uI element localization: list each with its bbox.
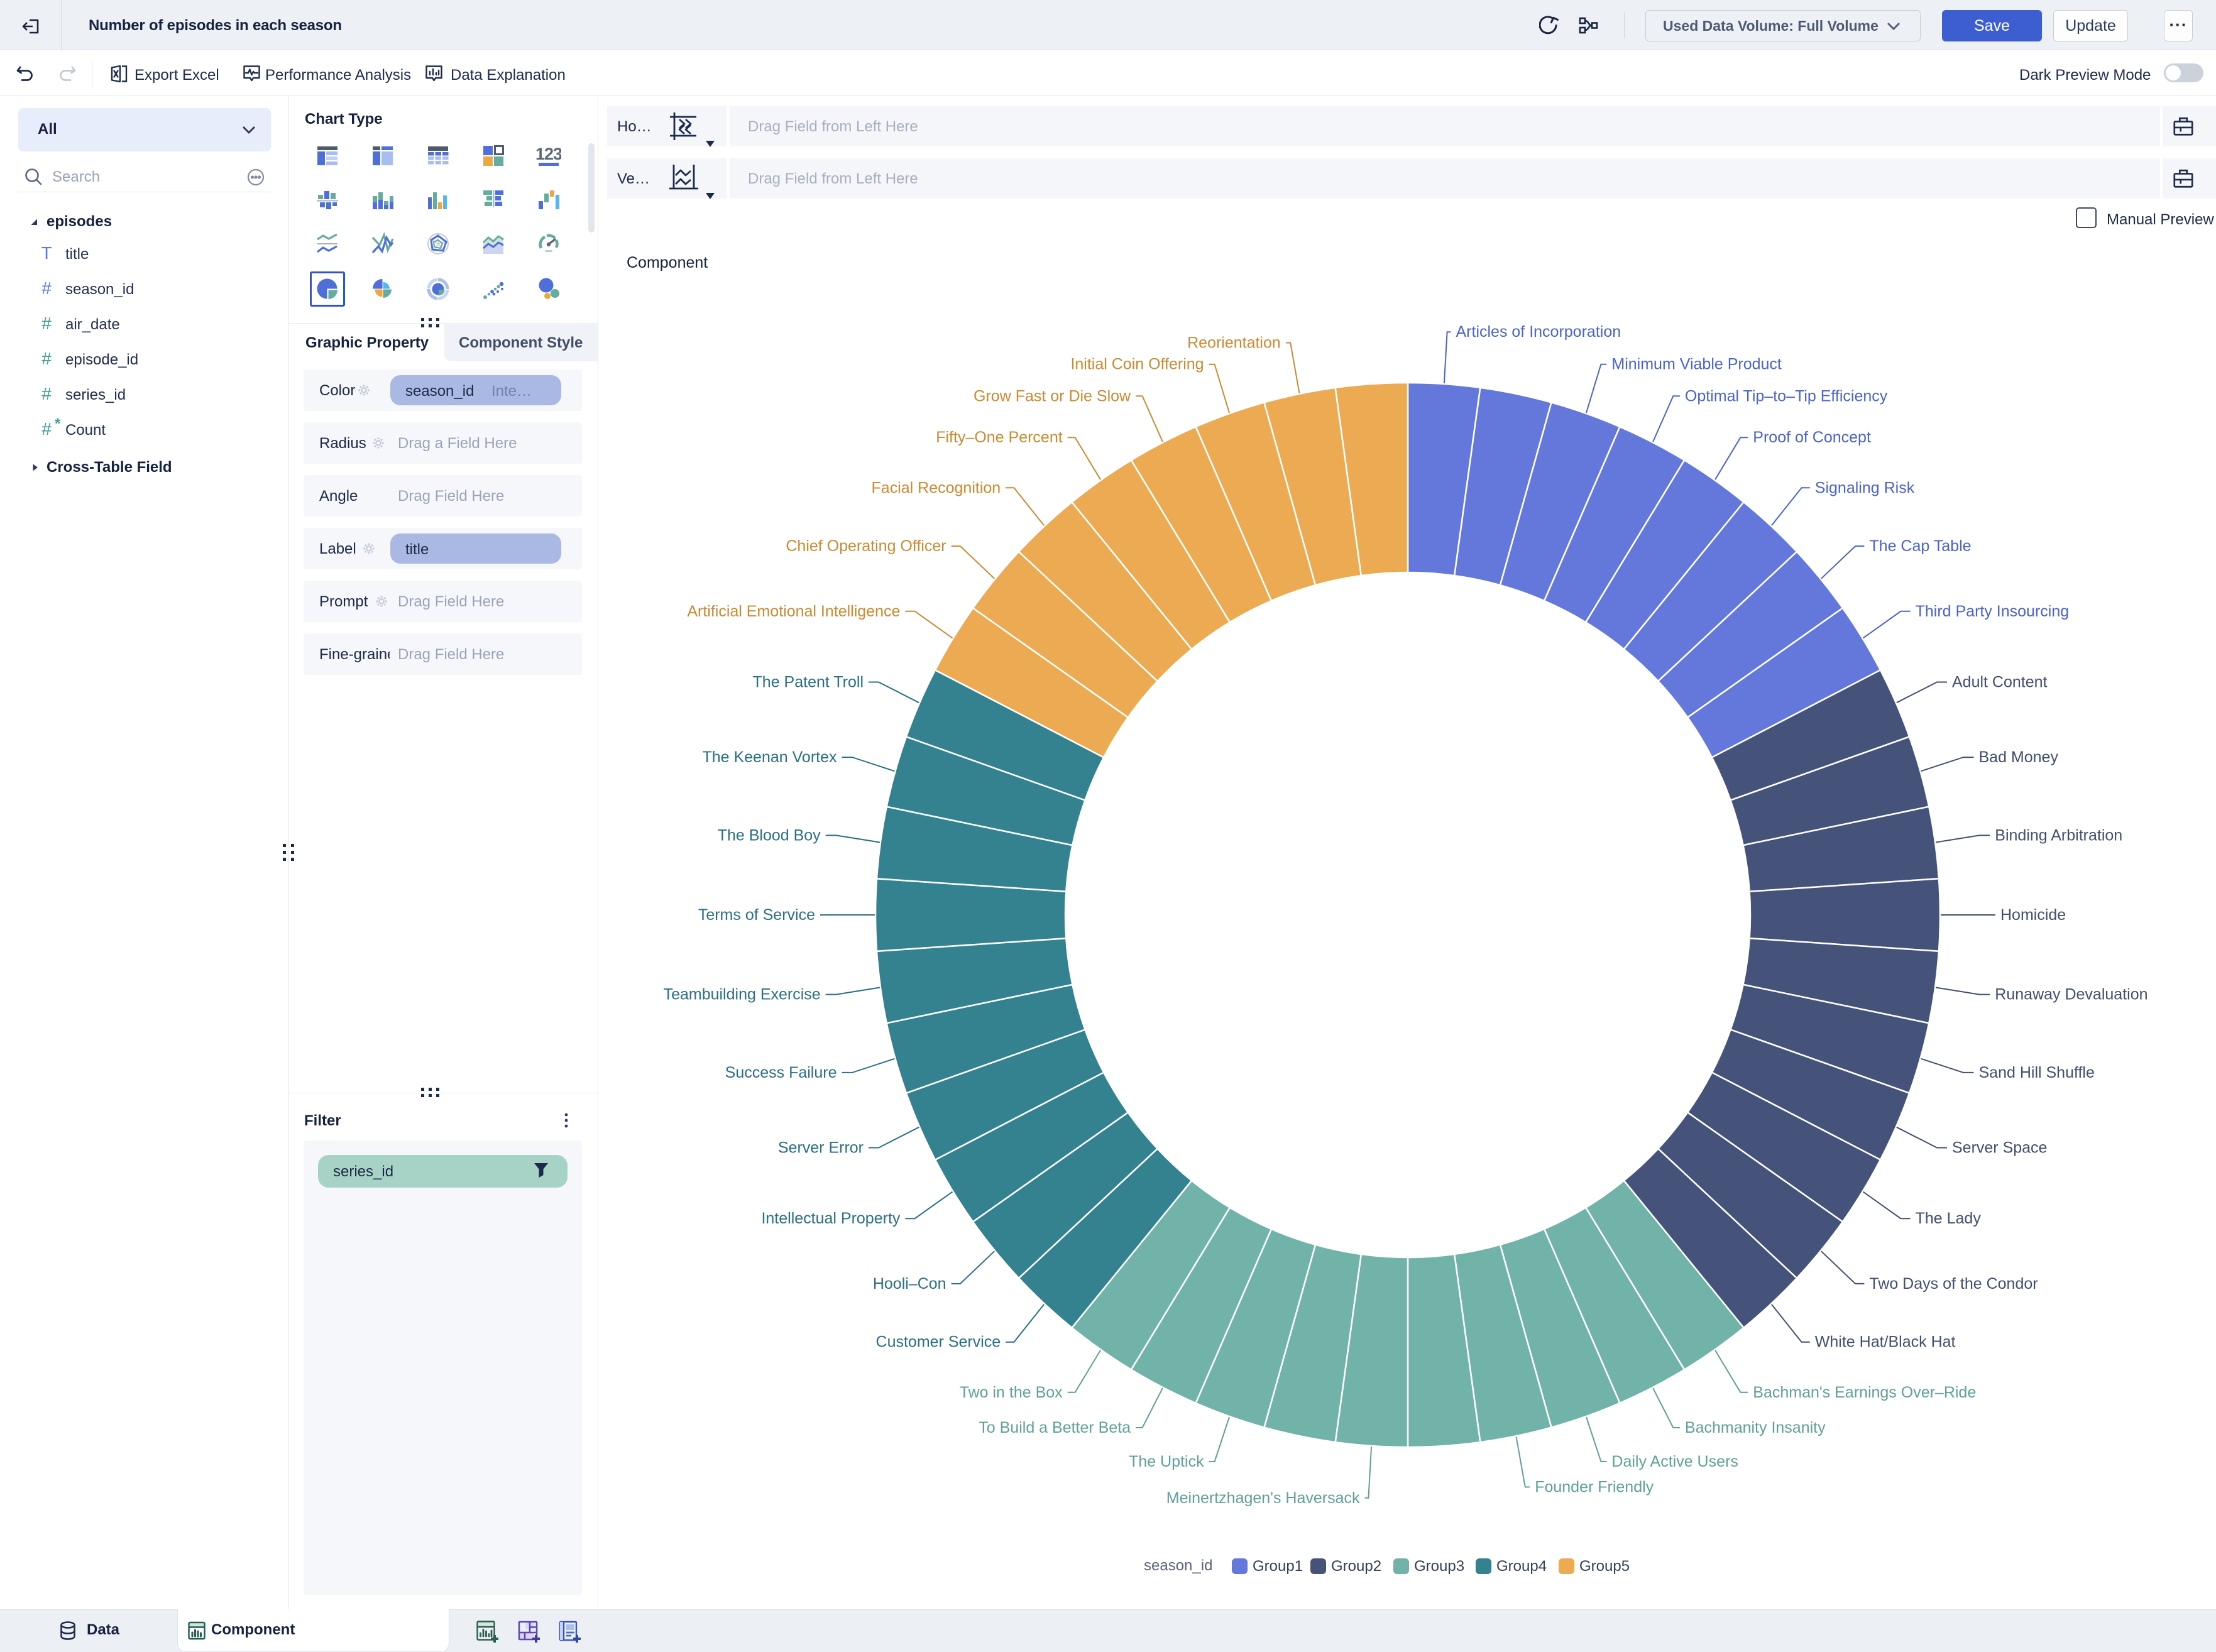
- svg-text:Two Days of the Condor: Two Days of the Condor: [1869, 1275, 2038, 1293]
- svg-text:Articles of Incorporation: Articles of Incorporation: [1456, 323, 1621, 341]
- svg-text:Meinertzhagen's Haversack: Meinertzhagen's Haversack: [1166, 1489, 1360, 1507]
- svg-text:Fifty–One Percent: Fifty–One Percent: [936, 429, 1063, 446]
- svg-text:Hooli–Con: Hooli–Con: [873, 1275, 946, 1293]
- svg-text:White Hat/Black Hat: White Hat/Black Hat: [1815, 1333, 1956, 1351]
- svg-text:The Patent Troll: The Patent Troll: [753, 674, 864, 691]
- svg-text:Initial Coin Offering: Initial Coin Offering: [1070, 356, 1204, 373]
- svg-text:Runaway Devaluation: Runaway Devaluation: [1995, 986, 2147, 1004]
- svg-text:Bachman's Earnings Over–Ride: Bachman's Earnings Over–Ride: [1753, 1384, 1976, 1401]
- svg-text:Reorientation: Reorientation: [1187, 334, 1281, 352]
- svg-text:Minimum Viable Product: Minimum Viable Product: [1611, 356, 1782, 373]
- svg-text:Intellectual Property: Intellectual Property: [761, 1210, 900, 1227]
- svg-text:To Build a Better Beta: To Build a Better Beta: [979, 1419, 1131, 1436]
- svg-text:Facial Recognition: Facial Recognition: [872, 479, 1001, 496]
- svg-text:The Uptick: The Uptick: [1129, 1453, 1204, 1470]
- svg-text:Server Space: Server Space: [1952, 1139, 2047, 1157]
- svg-text:Teambuilding Exercise: Teambuilding Exercise: [664, 986, 821, 1004]
- svg-text:Daily Active Users: Daily Active Users: [1611, 1453, 1738, 1470]
- svg-text:Founder Friendly: Founder Friendly: [1535, 1479, 1654, 1496]
- svg-text:Signaling Risk: Signaling Risk: [1815, 479, 1915, 496]
- svg-text:Adult Content: Adult Content: [1952, 674, 2048, 691]
- svg-text:Server Error: Server Error: [778, 1139, 864, 1157]
- svg-text:Third Party Insourcing: Third Party Insourcing: [1916, 603, 2070, 620]
- svg-text:Grow Fast or Die Slow: Grow Fast or Die Slow: [974, 387, 1131, 405]
- svg-text:Homicide: Homicide: [2000, 906, 2066, 924]
- svg-text:Two in the Box: Two in the Box: [960, 1384, 1063, 1401]
- svg-text:Sand Hill Shuffle: Sand Hill Shuffle: [1979, 1064, 2095, 1081]
- svg-text:Optimal Tip–to–Tip Efficiency: Optimal Tip–to–Tip Efficiency: [1685, 387, 1888, 405]
- svg-text:Chief Operating Officer: Chief Operating Officer: [786, 537, 946, 555]
- svg-text:The Blood Boy: The Blood Boy: [718, 826, 821, 844]
- svg-text:Bad Money: Bad Money: [1979, 748, 2059, 766]
- svg-text:Success Failure: Success Failure: [725, 1064, 837, 1081]
- svg-text:The Keenan Vortex: The Keenan Vortex: [702, 748, 837, 766]
- svg-text:Artificial Emotional Intellige: Artificial Emotional Intelligence: [687, 603, 900, 620]
- svg-text:Terms of Service: Terms of Service: [698, 906, 815, 924]
- svg-text:Customer Service: Customer Service: [876, 1333, 1001, 1351]
- svg-text:Binding Arbitration: Binding Arbitration: [1995, 826, 2122, 844]
- svg-text:The Lady: The Lady: [1916, 1210, 1982, 1227]
- svg-text:The Cap Table: The Cap Table: [1869, 537, 1971, 555]
- svg-text:Bachmanity Insanity: Bachmanity Insanity: [1685, 1419, 1826, 1436]
- svg-text:Proof of Concept: Proof of Concept: [1753, 429, 1871, 446]
